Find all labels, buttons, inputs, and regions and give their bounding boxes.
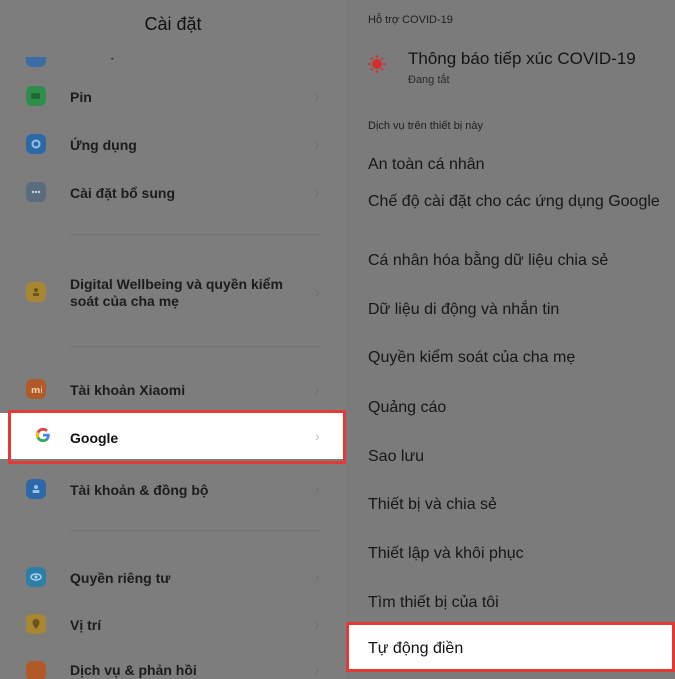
account-icon [26,479,46,499]
settings-item-additional[interactable]: Cài đặt bổ sung › [0,169,346,215]
google-item-personalize-shared-data[interactable]: Cá nhân hóa bằng dữ liệu chia sẻ [368,250,668,272]
highlight-outline-autofill [346,622,675,672]
settings-item-location[interactable]: Vị trí › [0,601,346,647]
battery-icon [26,86,46,106]
settings-item-digital-wellbeing[interactable]: Digital Wellbeing và quyền kiểm soát của… [0,262,346,322]
section-header-device-services: Dịch vụ trên thiết bị này [368,120,483,132]
google-settings-panel: Hỗ trợ COVID-19 Thông báo tiếp xúc COVID… [346,0,675,679]
google-item-backup[interactable]: Sao lưu [368,446,668,468]
divider [70,530,320,531]
settings-item-label: Digital Wellbeing và quyền kiểm [70,276,283,292]
settings-panel: Cài đặt Bảo vệ cá nhân › Cài đặt Pin › Ứ… [0,0,346,679]
eye-icon [26,567,46,587]
more-dots-icon [26,182,46,202]
chevron-right-icon: › [315,136,320,152]
divider [70,234,320,235]
feedback-icon [26,661,46,679]
highlight-outline-google [8,410,346,464]
covid-title: Thông báo tiếp xúc COVID-19 [408,49,636,68]
header-bar: Cài đặt [0,0,346,57]
settings-item-label: Cài đặt bổ sung [70,185,175,201]
section-header-covid: Hỗ trợ COVID-19 [368,14,453,26]
settings-item-privacy[interactable]: Quyền riêng tư › [0,554,346,600]
covid-status: Đang tắt [408,74,450,86]
chevron-right-icon: › [315,481,320,497]
settings-item-label: Tài khoản & đồng bộ [70,482,209,498]
settings-item-label: Ứng dụng [70,137,137,153]
chevron-right-icon: › [315,88,320,104]
chevron-right-icon: › [315,569,320,585]
wellbeing-icon [26,282,46,302]
settings-item-label: Pin [70,89,92,105]
chevron-right-icon: › [315,284,320,300]
google-item-personal-safety[interactable]: An toàn cá nhân [368,154,668,176]
google-item-devices-sharing[interactable]: Thiết bị và chia sẻ [368,494,668,516]
header-title: Cài đặt [144,14,202,34]
settings-item-xiaomi-account[interactable]: mi Tài khoản Xiaomi › [0,366,346,412]
covid-virus-icon [368,55,386,73]
google-item-mobile-data-messaging[interactable]: Dữ liệu di động và nhắn tin [368,299,668,321]
google-item-find-my-device[interactable]: Tìm thiết bị của tôi [368,592,668,614]
svg-text:mi: mi [31,386,42,395]
divider [70,346,320,347]
settings-item-label: Dịch vụ & phản hồi [70,662,197,678]
chevron-right-icon: › [315,616,320,632]
google-item-parental-controls[interactable]: Quyền kiểm soát của cha mẹ [368,347,668,369]
settings-item-accounts-sync[interactable]: Tài khoản & đồng bộ › [0,466,346,512]
xiaomi-mi-icon: mi [26,379,46,399]
chevron-right-icon: › [315,381,320,397]
apps-gear-icon [26,134,46,154]
chevron-right-icon: › [315,661,320,677]
settings-item-label-line2: soát của cha mẹ [70,293,179,309]
settings-item-label: Tài khoản Xiaomi [70,382,186,398]
settings-item-label: Quyền riêng tư [70,570,171,586]
chevron-right-icon: › [315,184,320,200]
settings-item-label: Vị trí [70,617,102,633]
settings-item-battery[interactable]: Pin › [0,73,346,119]
google-item-setup-restore[interactable]: Thiết lập và khôi phục [368,543,668,565]
google-item-app-settings[interactable]: Chế độ cài đặt cho các ứng dụng Google [368,191,668,213]
google-item-ads[interactable]: Quảng cáo [368,397,668,419]
settings-item-apps[interactable]: Ứng dụng › [0,121,346,167]
settings-item-services-feedback[interactable]: Dịch vụ & phản hồi › [0,648,346,679]
location-pin-icon [26,614,46,634]
